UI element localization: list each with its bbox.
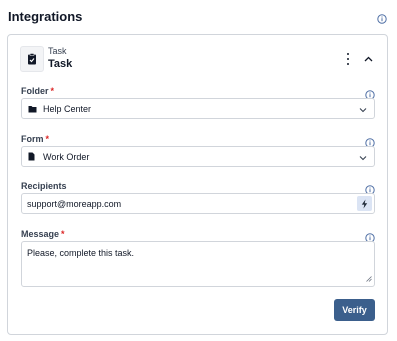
resize-handle-icon[interactable] bbox=[366, 274, 372, 284]
clipboard-check-icon bbox=[20, 46, 44, 72]
page-title: Integrations bbox=[8, 9, 83, 24]
folder-info-icon[interactable] bbox=[365, 87, 375, 100]
recipients-label: Recipients bbox=[21, 181, 67, 191]
message-label: Message * bbox=[21, 229, 65, 239]
task-name: Task bbox=[48, 58, 73, 70]
lightning-bolt-icon[interactable] bbox=[357, 196, 372, 211]
message-value: Please, complete this task. bbox=[27, 248, 135, 258]
form-value: Work Order bbox=[43, 151, 90, 162]
chevron-down-icon bbox=[359, 105, 367, 115]
form-label: Form * bbox=[21, 134, 50, 144]
message-info-icon[interactable] bbox=[365, 230, 375, 243]
recipients-info-icon[interactable] bbox=[365, 182, 375, 195]
folder-value: Help Center bbox=[43, 103, 92, 114]
file-icon bbox=[28, 152, 38, 161]
form-select[interactable]: Work Order bbox=[21, 146, 375, 167]
message-textarea[interactable]: Please, complete this task. bbox=[21, 241, 375, 287]
chevron-up-icon[interactable] bbox=[360, 51, 376, 67]
recipients-input[interactable]: support@moreapp.com bbox=[21, 193, 375, 214]
form-info-icon[interactable] bbox=[365, 135, 375, 148]
info-icon[interactable] bbox=[377, 11, 387, 29]
folder-select[interactable]: Help Center bbox=[21, 98, 375, 119]
task-integration-card: Task Task Folder * Help Center Form * Work… bbox=[7, 34, 388, 335]
folder-label: Folder * bbox=[21, 86, 55, 96]
chevron-down-icon bbox=[359, 153, 367, 163]
more-vertical-icon[interactable] bbox=[343, 52, 353, 66]
folder-icon bbox=[28, 105, 38, 113]
verify-button[interactable]: Verify bbox=[334, 299, 375, 321]
recipients-value: support@moreapp.com bbox=[27, 198, 122, 209]
task-type-label: Task bbox=[48, 46, 67, 56]
